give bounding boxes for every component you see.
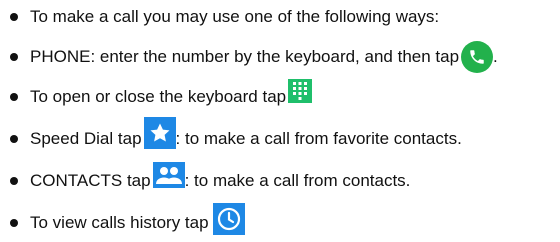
list-item-text: To view calls history tap — [30, 213, 209, 232]
list-item-text: To make a call you may use one of the fo… — [30, 7, 440, 26]
list-item: PHONE: enter the number by the keyboard,… — [0, 40, 498, 74]
instruction-list: To make a call you may use one of the fo… — [0, 0, 560, 242]
list-item-text: CONTACTS tap — [30, 171, 151, 190]
bullet — [10, 219, 18, 227]
list-item-text: PHONE: enter the number by the keyboard,… — [30, 47, 460, 66]
list-item-text: To open or close the keyboard tap — [30, 87, 287, 106]
list-item: To make a call you may use one of the fo… — [0, 0, 439, 34]
keypad-icon — [288, 79, 313, 103]
list-item: CONTACTS tap : to make a call from conta… — [0, 162, 411, 198]
list-item-text: Speed Dial tap — [30, 129, 142, 148]
list-item: Speed Dial tap : to make a call from fav… — [0, 117, 462, 156]
list-item-suffix: : to make a call from contacts. — [184, 171, 411, 190]
bullet — [10, 177, 18, 185]
list-item: To open or close the keyboard tap — [0, 79, 313, 114]
list-item-suffix: . — [493, 47, 498, 66]
bullet — [10, 135, 18, 143]
phone-icon — [461, 41, 494, 73]
bullet — [10, 93, 18, 101]
clock-icon — [212, 203, 245, 235]
bullet — [10, 13, 18, 21]
list-item-suffix: : to make a call from favorite contacts. — [175, 129, 462, 148]
contacts-icon — [152, 162, 185, 188]
star-icon — [143, 117, 176, 149]
list-item: To view calls history tap — [0, 203, 245, 240]
bullet — [10, 53, 18, 61]
